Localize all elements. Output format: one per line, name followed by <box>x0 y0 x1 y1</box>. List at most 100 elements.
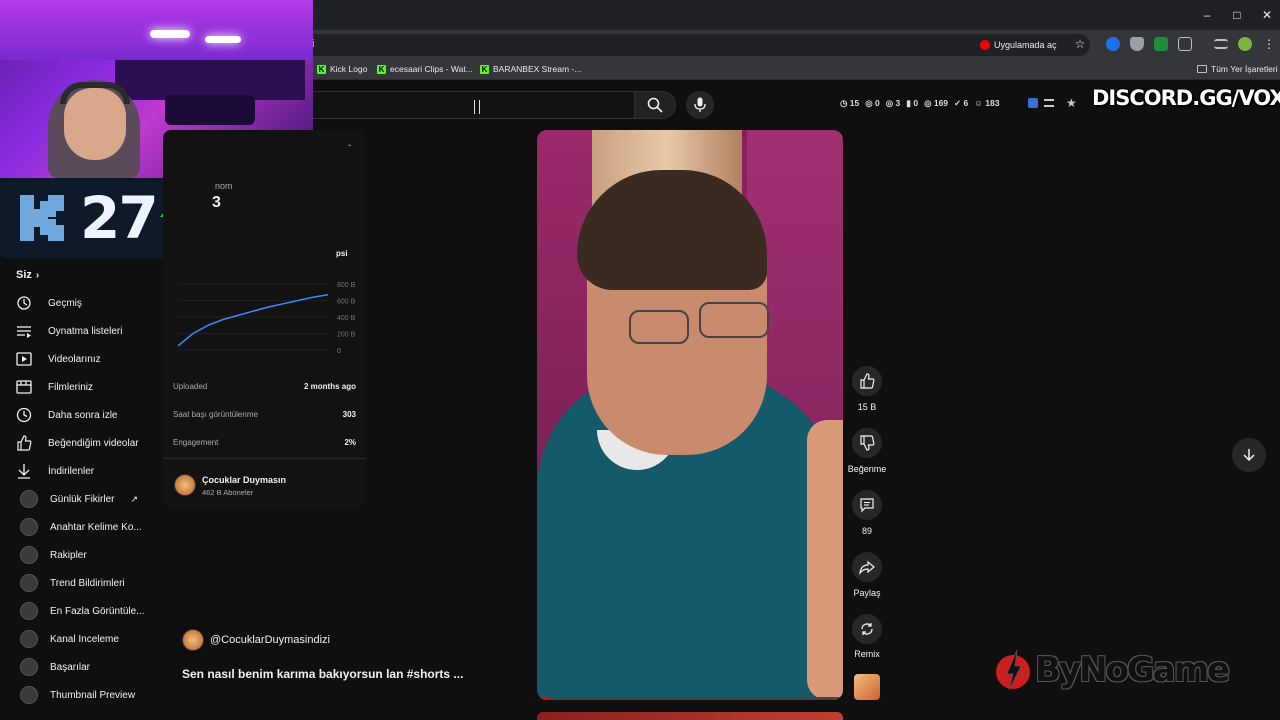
text-cursor-icon <box>474 100 480 114</box>
sidebar-ext-channel-review[interactable]: Kanal Inceleme <box>20 630 119 648</box>
bynogame-logo-icon <box>996 649 1030 691</box>
extension-avatar-icon <box>20 574 38 592</box>
sidebar-item-label: Anahtar Kelime Ko... <box>50 521 142 533</box>
sidebar-item-history[interactable]: Geçmiş <box>16 295 82 311</box>
sidebar-item-downloads[interactable]: İndirilenler <box>16 463 94 479</box>
kick-icon: K <box>377 64 386 74</box>
sidebar-item-label: Beğendiğim videolar <box>48 437 139 449</box>
sidebar-item-label: Thumbnail Preview <box>50 689 136 701</box>
extension-audio-icon[interactable] <box>1106 37 1120 51</box>
progress-fill <box>537 697 549 700</box>
open-in-app-label: Uygulamada aç <box>994 40 1057 50</box>
comment-count: 89 <box>861 526 872 536</box>
divider <box>163 458 366 459</box>
comments-button[interactable] <box>852 490 882 520</box>
check-icon: ✓ 6 <box>954 98 969 108</box>
channel-avatar[interactable] <box>182 629 204 651</box>
remix-button[interactable] <box>852 614 882 644</box>
sidebar-item-movies[interactable]: Filmleriniz <box>16 379 93 395</box>
extension-avatar-icon <box>20 490 38 508</box>
tab-all[interactable]: psi <box>336 249 348 258</box>
like-count: 15 B <box>857 402 877 412</box>
share-button[interactable] <box>852 552 882 582</box>
sponsor-overlay: ByNoGame <box>995 648 1230 692</box>
sidebar-ext-trend-alerts[interactable]: Trend Bildirimleri <box>20 574 125 592</box>
open-in-app-button[interactable]: Uygulamada aç <box>980 37 1057 53</box>
sound-thumbnail[interactable] <box>854 674 880 700</box>
discord-overlay: DISCORD.GG/VOXZ <box>1092 86 1280 110</box>
search-input[interactable] <box>300 91 634 119</box>
channel-avatar[interactable] <box>174 474 196 496</box>
microphone-icon <box>694 97 706 112</box>
chart-y-tick: 400 B <box>337 315 356 322</box>
kick-icon: K <box>317 64 326 74</box>
shield-icon[interactable] <box>1130 37 1144 51</box>
sidebar-item-label: Rakipler <box>50 549 87 561</box>
sidebar-ext-keywords[interactable]: Anahtar Kelime Ko... <box>20 518 142 536</box>
dislike-label: Beğenme <box>847 464 887 474</box>
puzzle-icon[interactable] <box>1178 37 1192 51</box>
desk <box>115 60 305 100</box>
glasses-right <box>699 302 769 338</box>
sidebar-item-your-videos[interactable]: Videolarınız <box>16 351 101 367</box>
clock-icon: ◷ 15 <box>840 98 860 108</box>
sidebar-ext-achievements[interactable]: Başarılar <box>20 658 90 676</box>
sidebar-ext-daily-ideas[interactable]: Günlük Fikirler ↗ <box>20 490 138 508</box>
media-icon[interactable] <box>1214 39 1228 49</box>
sidebar-ext-most-viewed[interactable]: En Fazla Görüntüle... <box>20 602 145 620</box>
extension-blue-icon[interactable] <box>1028 98 1038 108</box>
voice-search-button[interactable] <box>686 91 714 119</box>
sidebar-ext-thumbnail-preview[interactable]: Thumbnail Preview <box>20 686 135 704</box>
views-per-hour-label: Saat başı görüntülenme <box>173 410 258 419</box>
search-button[interactable] <box>634 91 676 119</box>
close-icon[interactable]: ✕ <box>1258 6 1276 24</box>
progress-track[interactable] <box>537 697 843 700</box>
clock-icon <box>16 407 32 423</box>
next-video-button[interactable] <box>1232 438 1266 472</box>
views-line-chart: 800 B 600 B 400 B 200 B 0 <box>177 282 356 355</box>
channel-name[interactable]: Çocuklar Duymasın <box>202 475 286 485</box>
sidebar-item-liked-videos[interactable]: Beğendiğim videolar <box>16 435 139 451</box>
sponsor-name: ByNoGame <box>1035 650 1230 690</box>
bookmark-baranbex[interactable]: K BARANBEX Stream -... <box>480 64 581 74</box>
share-label: Paylaş <box>853 588 881 598</box>
user-icon: ☺ 183 <box>974 98 1000 108</box>
all-bookmarks-label: Tüm Yer İşaretleri <box>1211 64 1278 74</box>
channel-handle[interactable]: @CocuklarDuymasindizi <box>210 634 330 646</box>
video-channel[interactable]: @CocuklarDuymasindizi <box>182 629 330 651</box>
chevron-up-icon[interactable]: ˆ <box>348 144 351 155</box>
next-video-peek[interactable] <box>537 712 843 720</box>
sidebar-item-playlists[interactable]: Oynatma listeleri <box>16 323 122 339</box>
trophy-icon[interactable]: ★ <box>1066 96 1077 110</box>
sidebar-ext-competitors[interactable]: Rakipler <box>20 546 87 564</box>
bookmark-ecesaari[interactable]: K ecesaari Clips - Wat... <box>377 64 473 74</box>
sidebar-item-label: Videolarınız <box>48 353 101 365</box>
arrow-down-icon <box>1243 449 1255 462</box>
like-button[interactable] <box>852 366 882 396</box>
sidebar-item-label: Trend Bildirimleri <box>50 577 125 589</box>
extension-avatar-icon <box>20 546 38 564</box>
hand <box>807 420 843 700</box>
menu-dots-icon[interactable]: ⋮ <box>1262 37 1276 51</box>
address-bar[interactable] <box>300 34 1090 56</box>
view-icon: ◎ 169 <box>924 98 949 108</box>
minimize-icon[interactable]: – <box>1198 6 1216 24</box>
share-icon <box>859 560 875 575</box>
list-icon[interactable] <box>1044 99 1054 107</box>
maximize-icon[interactable]: □ <box>1228 6 1246 24</box>
bookmark-kick-logo[interactable]: K Kick Logo <box>317 64 367 74</box>
search-icon <box>647 97 663 113</box>
star-icon[interactable]: ☆ <box>1073 37 1087 51</box>
video-title[interactable]: Sen nasıl benim karıma bakıyorsun lan #s… <box>182 667 463 681</box>
sidebar-item-watch-later[interactable]: Daha sonra izle <box>16 407 117 423</box>
shorts-video-player[interactable] <box>537 130 843 700</box>
sidebar-you[interactable]: Siz › <box>16 269 39 281</box>
extension-avatar-icon <box>20 518 38 536</box>
profile-avatar[interactable] <box>1238 37 1252 51</box>
stat-partial-value: 3 <box>212 194 221 211</box>
dislike-button[interactable] <box>852 428 882 458</box>
sidebar-item-label: En Fazla Görüntüle... <box>50 605 145 617</box>
glasses-left <box>629 310 689 344</box>
all-bookmarks[interactable]: Tüm Yer İşaretleri <box>1197 64 1278 74</box>
extension-green-icon[interactable] <box>1154 37 1168 51</box>
